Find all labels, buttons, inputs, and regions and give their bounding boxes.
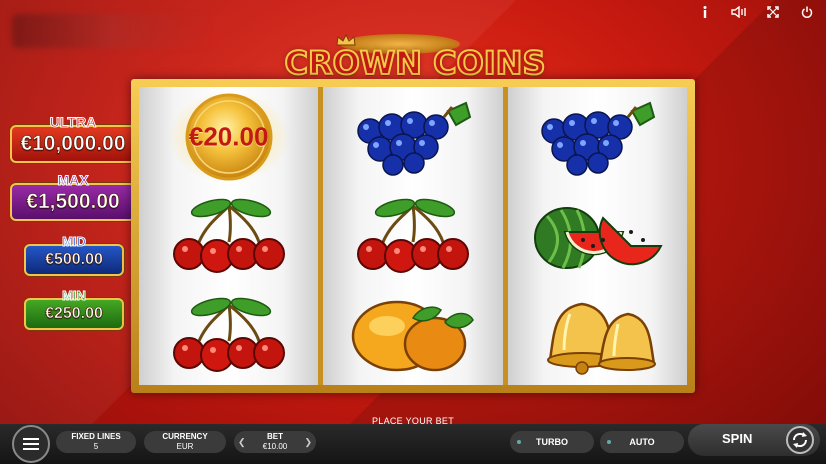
spin-label: SPIN [722, 431, 753, 446]
grapes-symbol [508, 87, 687, 186]
jackpot-max-label: MAX [57, 172, 89, 189]
power-icon[interactable] [798, 4, 816, 20]
jackpot-ultra-label: ULTRA [49, 114, 97, 131]
info-icon[interactable] [696, 4, 714, 20]
top-toolbar [696, 4, 816, 20]
reel-frame: €20.00 [131, 79, 695, 393]
coin-symbol: €20.00 [139, 87, 318, 186]
bet-increase-icon[interactable]: ❯ [304, 437, 312, 447]
turbo-indicator [517, 440, 521, 444]
reels: €20.00 [139, 87, 687, 385]
jackpot-ultra-value: €10,000.00 [20, 132, 126, 156]
spin-icon [786, 426, 814, 454]
reel-3 [507, 87, 687, 385]
currency-display[interactable]: CURRENCY EUR [144, 431, 226, 453]
turbo-label: TURBO [536, 437, 568, 447]
bet-value: €10.00 [262, 442, 288, 451]
oranges-symbol [323, 286, 502, 385]
turbo-button[interactable]: TURBO [510, 431, 594, 453]
game-logo: CROWN COINS [270, 30, 560, 83]
jackpot-min: MIN €250.00 [24, 288, 124, 330]
reel-1: €20.00 [139, 87, 319, 385]
bells-symbol [508, 286, 687, 385]
fixed-lines-display: FIXED LINES 5 [56, 431, 136, 453]
menu-button[interactable] [12, 425, 50, 463]
jackpot-mid-value: €500.00 [45, 251, 103, 269]
grapes-symbol [323, 87, 502, 186]
cherries-symbol [323, 186, 502, 285]
jackpot-ultra: ULTRA €10,000.00 [10, 114, 136, 163]
spin-button[interactable]: SPIN [688, 424, 820, 456]
cherries-symbol [139, 286, 318, 385]
coin-value: €20.00 [188, 121, 269, 152]
cherries-symbol [139, 186, 318, 285]
currency-value: EUR [176, 442, 194, 451]
auto-button[interactable]: AUTO [600, 431, 684, 453]
auto-label: AUTO [629, 437, 655, 447]
fullscreen-icon[interactable] [764, 4, 782, 20]
game-title: CROWN COINS [284, 43, 547, 83]
bet-decrease-icon[interactable]: ❮ [238, 437, 246, 447]
jackpot-max-value: €1,500.00 [26, 190, 120, 214]
reel-2 [323, 87, 503, 385]
jackpot-max: MAX €1,500.00 [10, 172, 136, 221]
watermelon-symbol [508, 186, 687, 285]
auto-indicator [607, 440, 611, 444]
fixed-lines-label: FIXED LINES [71, 432, 121, 441]
jackpot-min-value: €250.00 [45, 305, 103, 323]
currency-label: CURRENCY [162, 432, 208, 441]
operator-logo [12, 14, 212, 48]
menu-icon [23, 438, 39, 440]
jackpot-min-label: MIN [62, 288, 87, 304]
fixed-lines-value: 5 [93, 442, 99, 451]
jackpot-mid: MID €500.00 [24, 234, 124, 276]
sound-icon[interactable] [730, 4, 748, 20]
jackpot-mid-label: MID [62, 234, 87, 250]
bet-selector: ❮ BET €10.00 ❯ [234, 431, 316, 453]
